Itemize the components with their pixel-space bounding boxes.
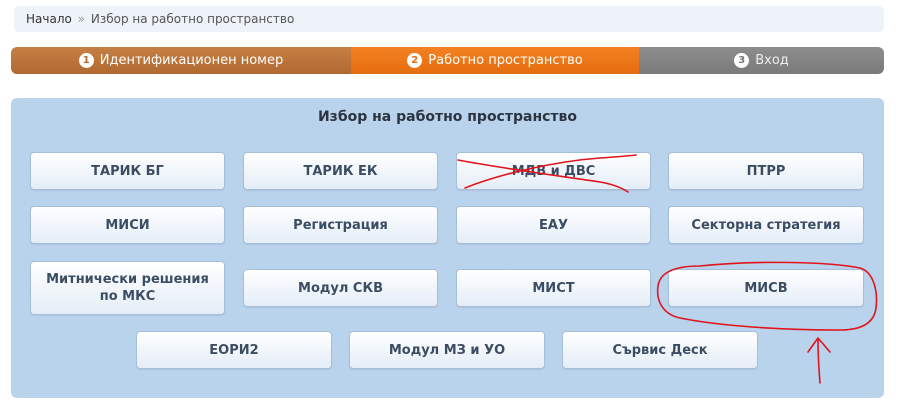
- workspace-button-misi[interactable]: МИСИ: [30, 206, 225, 244]
- workspace-button-tarik-bg[interactable]: ТАРИК БГ: [30, 152, 225, 190]
- workspace-button-misv[interactable]: МИСВ: [668, 269, 864, 307]
- wizard-steps: 1 Идентификационен номер 2 Работно прост…: [11, 47, 884, 74]
- step-number: 1: [78, 53, 94, 68]
- step-label: Идентификационен номер: [99, 53, 284, 68]
- workspace-selection-panel: Избор на работно пространство ТАРИК БГ Т…: [11, 98, 884, 398]
- step-login: 3 Вход: [639, 47, 884, 74]
- workspace-button-eau[interactable]: ЕАУ: [456, 206, 651, 244]
- breadcrumb: Начало » Избор на работно пространство: [14, 6, 884, 32]
- workspace-button-eori2[interactable]: ЕОРИ2: [136, 331, 332, 369]
- workspace-button-module-mz-uo[interactable]: Модул МЗ и УО: [349, 331, 545, 369]
- step-workspace: 2 Работно пространство: [351, 47, 639, 74]
- workspace-button-customs-decisions[interactable]: Митнически решения по МКС: [30, 261, 225, 315]
- step-label: Работно пространство: [428, 53, 583, 68]
- breadcrumb-current: Избор на работно пространство: [90, 12, 295, 26]
- breadcrumb-home-link[interactable]: Начало: [26, 12, 72, 26]
- workspace-button-sector-strategy[interactable]: Секторна стратегия: [668, 206, 864, 244]
- workspace-button-tarik-ek[interactable]: ТАРИК ЕК: [243, 152, 438, 190]
- step-number: 2: [407, 53, 423, 68]
- workspace-button-registration[interactable]: Регистрация: [243, 206, 438, 244]
- workspace-button-mdv-dvs[interactable]: МДВ и ДВС: [456, 152, 651, 190]
- step-identification[interactable]: 1 Идентификационен номер: [11, 47, 351, 74]
- step-label: Вход: [755, 53, 789, 68]
- workspace-button-ptrr[interactable]: ПТРР: [668, 152, 864, 190]
- panel-title: Избор на работно пространство: [317, 109, 578, 125]
- step-number: 3: [734, 53, 750, 68]
- workspace-button-module-skv[interactable]: Модул СКВ: [243, 269, 438, 307]
- breadcrumb-separator: »: [77, 12, 86, 26]
- workspace-button-mist[interactable]: МИСТ: [456, 269, 651, 307]
- workspace-button-service-desk[interactable]: Сървис Деск: [562, 331, 758, 369]
